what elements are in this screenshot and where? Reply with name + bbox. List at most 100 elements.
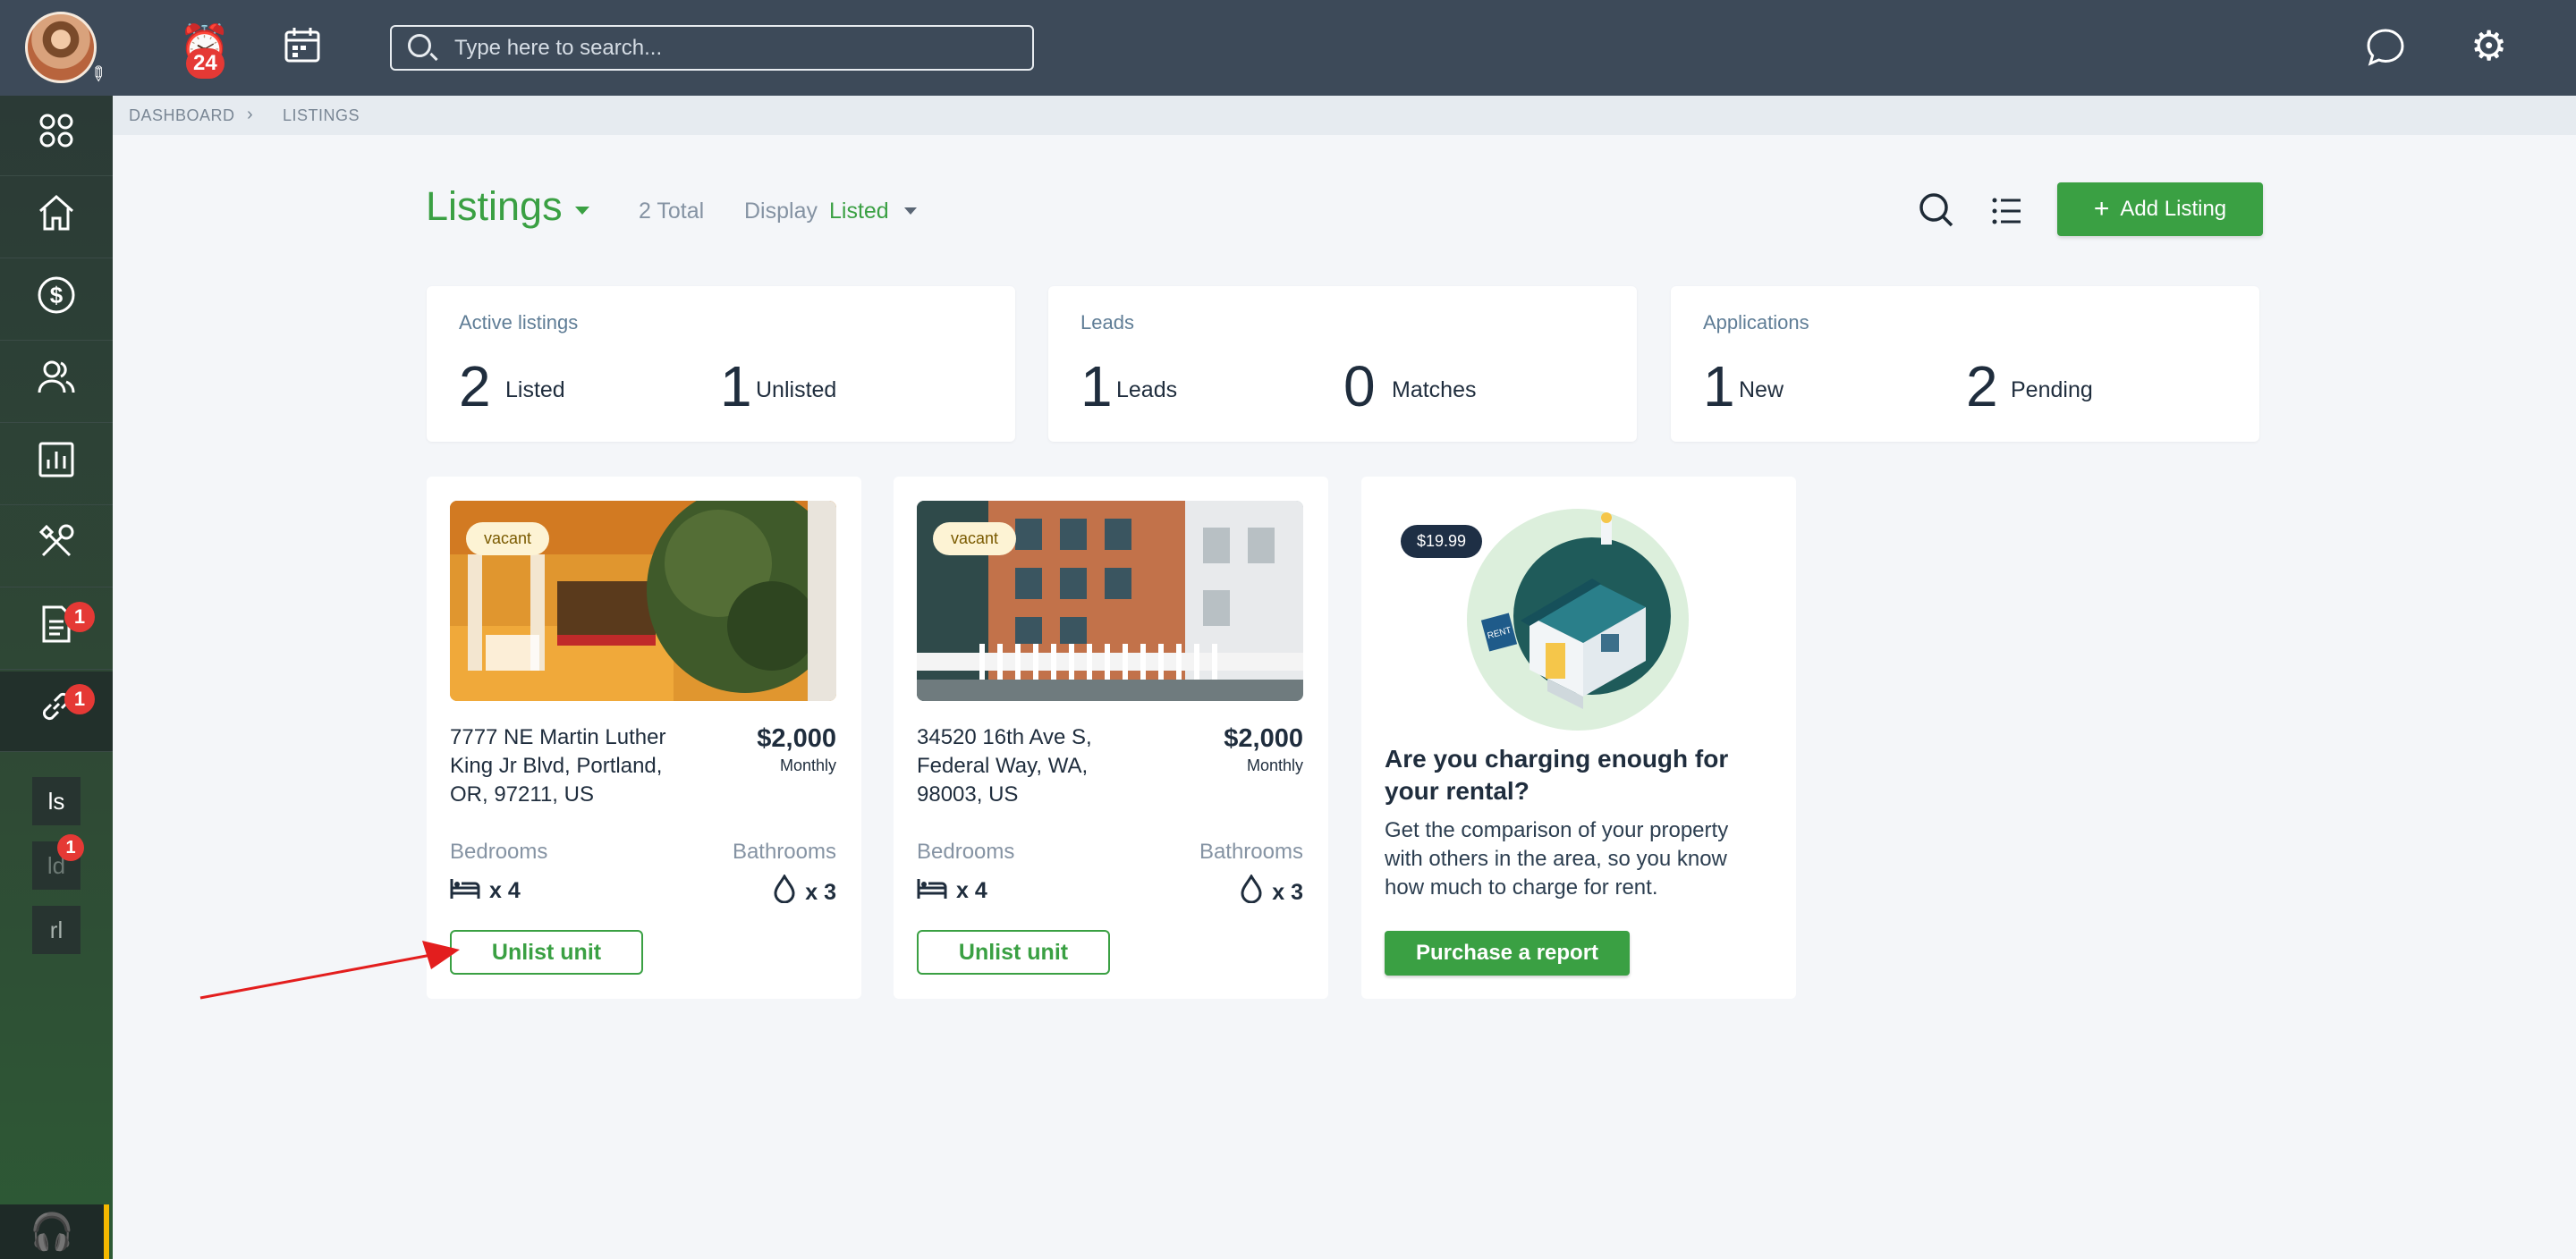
- links-badge: 1: [64, 684, 95, 714]
- sidebar-item-apps[interactable]: [0, 96, 113, 176]
- listing-photo: vacant: [450, 501, 836, 701]
- stat-label: Leads: [1116, 377, 1178, 402]
- chevron-right-icon: ›: [247, 105, 254, 124]
- listing-photo: vacant: [917, 501, 1303, 701]
- sidebar-short-ls[interactable]: ls: [32, 777, 80, 825]
- breadcrumb-listings: LISTINGS: [283, 106, 360, 124]
- listing-address[interactable]: 34520 16th Ave S, Federal Way, WA, 98003…: [917, 723, 1158, 809]
- title-caret-icon[interactable]: [575, 207, 589, 215]
- tools-icon: [36, 521, 77, 572]
- water-drop-icon: [773, 873, 796, 910]
- bathrooms-label: Bathrooms: [1199, 840, 1303, 864]
- user-avatar[interactable]: [25, 12, 97, 83]
- sidebar-item-payments[interactable]: $: [0, 260, 113, 341]
- stat-value: 1: [1703, 354, 1735, 418]
- bathrooms-count: x 3: [805, 879, 836, 905]
- documents-badge: 1: [64, 602, 95, 632]
- stat-value: 2: [1966, 354, 1998, 418]
- search-icon[interactable]: [1918, 191, 1955, 235]
- stat-label: Listed: [505, 377, 565, 402]
- sidebar-item-maintenance[interactable]: [0, 507, 113, 587]
- bar-chart-icon: [37, 440, 76, 489]
- bed-icon: [917, 875, 947, 908]
- stat-label: New: [1739, 377, 1784, 402]
- promo-title: Are you charging enough for your rental?: [1385, 745, 1729, 805]
- bathrooms-count-row: x 3: [1240, 873, 1303, 910]
- status-badge: vacant: [466, 522, 550, 555]
- search-input[interactable]: [454, 32, 1009, 64]
- breadcrumb: DASHBOARD › LISTINGS: [113, 96, 2576, 135]
- water-drop-icon: [1240, 873, 1263, 910]
- add-listing-button[interactable]: + Add Listing: [2057, 182, 2263, 236]
- bathrooms-count-row: x 3: [773, 873, 836, 910]
- bathrooms-label: Bathrooms: [732, 840, 836, 864]
- bedrooms-count: x 4: [489, 878, 521, 903]
- listing-address[interactable]: 7777 NE Martin Luther King Jr Blvd, Port…: [450, 723, 691, 809]
- bathrooms-count: x 3: [1272, 879, 1303, 905]
- sidebar: $ 1 1 ls ld 1 rl 🎧: [0, 96, 113, 1259]
- apps-grid-icon: [37, 111, 76, 160]
- top-bar: ✎ ⏰ 24 ⚙: [0, 0, 2576, 96]
- listing-card[interactable]: vacant 7777 NE Martin Luther King Jr Blv…: [427, 477, 861, 999]
- settings-gear-icon[interactable]: ⚙: [2470, 25, 2507, 66]
- people-icon: [36, 357, 77, 408]
- display-filter[interactable]: Listed: [829, 199, 889, 224]
- plus-icon: +: [2093, 194, 2110, 224]
- annotation-arrow: [197, 930, 465, 1006]
- home-icon: [36, 192, 77, 243]
- support-headset-icon[interactable]: 🎧: [0, 1204, 109, 1259]
- stat-value: 1: [720, 354, 752, 418]
- listing-price: $2,000: [757, 724, 836, 753]
- stat-value: 1: [1080, 354, 1113, 418]
- page-title[interactable]: Listings: [426, 183, 563, 230]
- stat-title: Active listings: [459, 311, 579, 334]
- stat-value: 0: [1343, 354, 1376, 418]
- sidebar-item-links[interactable]: 1: [0, 672, 113, 752]
- bedrooms-label: Bedrooms: [450, 840, 548, 864]
- search-icon: [408, 34, 431, 57]
- dollar-circle-icon: $: [36, 275, 77, 325]
- bedrooms-count: x 4: [956, 878, 987, 903]
- promo-description: Get the comparison of your property with…: [1385, 818, 1729, 900]
- stat-value: 2: [459, 354, 491, 418]
- stat-title: Leads: [1080, 311, 1134, 334]
- add-listing-label: Add Listing: [2120, 197, 2227, 221]
- purchase-report-button[interactable]: Purchase a report: [1385, 931, 1630, 976]
- unlist-unit-button[interactable]: Unlist unit: [450, 930, 643, 975]
- report-price-badge: $19.99: [1401, 525, 1483, 558]
- unlist-unit-button[interactable]: Unlist unit: [917, 930, 1110, 975]
- display-label: Display: [744, 199, 818, 224]
- stat-label: Unlisted: [756, 377, 837, 402]
- list-view-icon[interactable]: [1991, 195, 2023, 232]
- price-period: Monthly: [1246, 756, 1303, 774]
- sidebar-item-reports[interactable]: [0, 425, 113, 505]
- chat-bubble-icon[interactable]: [2365, 27, 2406, 74]
- stat-label: Matches: [1392, 377, 1477, 402]
- sidebar-short-rl[interactable]: rl: [32, 906, 80, 954]
- sidebar-item-home[interactable]: [0, 178, 113, 258]
- stat-title: Applications: [1703, 311, 1809, 334]
- rent-report-promo-card: $19.99 RENT Are you charging enough for …: [1361, 477, 1796, 999]
- house-for-rent-illustration: RENT: [1467, 509, 1689, 735]
- svg-text:$: $: [50, 282, 64, 308]
- sidebar-item-people[interactable]: [0, 342, 113, 423]
- total-count: 2 Total: [639, 199, 705, 224]
- bedrooms-label: Bedrooms: [917, 840, 1015, 864]
- calendar-icon[interactable]: [283, 25, 322, 71]
- price-period: Monthly: [779, 756, 836, 774]
- breadcrumb-dashboard[interactable]: DASHBOARD: [129, 106, 235, 125]
- listing-price: $2,000: [1224, 724, 1303, 753]
- sidebar-item-documents[interactable]: 1: [0, 589, 113, 670]
- stat-label: Pending: [2011, 377, 2093, 402]
- stat-card-applications: Applications 1 New 2 Pending: [1671, 286, 2259, 442]
- stat-card-active-listings: Active listings 2 Listed 1 Unlisted: [427, 286, 1015, 442]
- status-badge: vacant: [933, 522, 1017, 555]
- notification-badge: 24: [186, 48, 225, 79]
- ld-badge: 1: [57, 834, 84, 861]
- bedrooms-count-row: x 4: [917, 875, 987, 908]
- bed-icon: [450, 875, 480, 908]
- bedrooms-count-row: x 4: [450, 875, 521, 908]
- search-box[interactable]: [390, 25, 1034, 71]
- display-caret-icon[interactable]: [904, 207, 917, 215]
- listing-card[interactable]: vacant 34520 16th Ave S, Federal Way, WA…: [894, 477, 1328, 999]
